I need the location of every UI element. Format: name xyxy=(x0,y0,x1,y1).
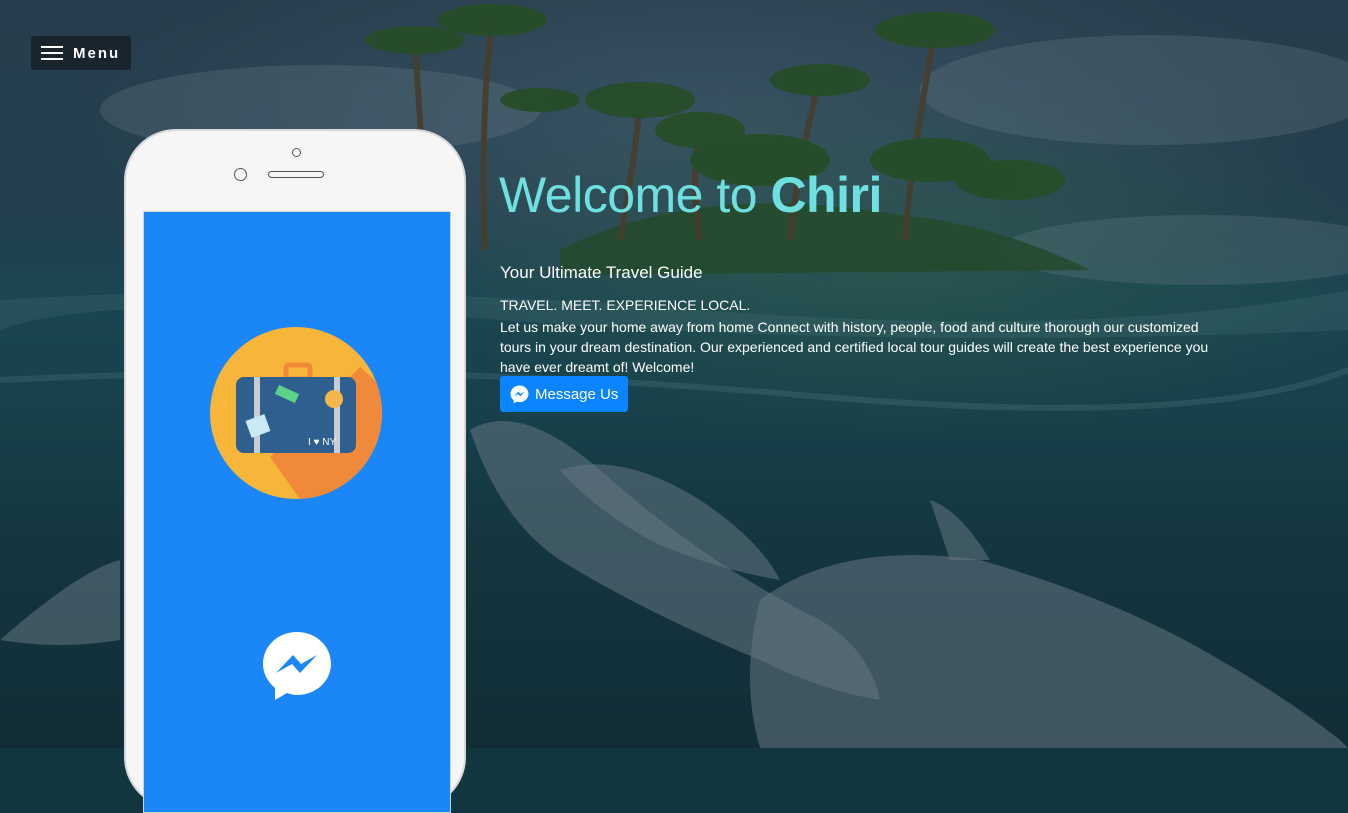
page-title: Welcome to Chiri xyxy=(499,166,882,224)
tagline: TRAVEL. MEET. EXPERIENCE LOCAL. xyxy=(500,297,751,313)
phone-screen: I ♥ NY xyxy=(143,211,451,813)
phone-speaker xyxy=(268,171,324,178)
suitcase-icon: I ♥ NY xyxy=(210,327,382,499)
brand-name: Chiri xyxy=(770,167,882,223)
messenger-icon xyxy=(510,385,529,404)
svg-text:I ♥ NY: I ♥ NY xyxy=(308,437,336,448)
message-us-label: Message Us xyxy=(535,385,619,403)
description: Let us make your home away from home Con… xyxy=(500,319,1209,375)
phone-sensor xyxy=(292,148,301,157)
subtitle: Your Ultimate Travel Guide xyxy=(500,263,703,282)
messenger-logo xyxy=(261,630,333,707)
title-prefix: Welcome to xyxy=(499,167,771,223)
menu-button[interactable]: Menu xyxy=(31,36,131,70)
menu-label: Menu xyxy=(73,44,121,62)
phone-mockup: I ♥ NY xyxy=(124,129,466,813)
message-us-button[interactable]: Message Us xyxy=(500,376,628,412)
phone-front-camera xyxy=(234,168,247,181)
hamburger-icon xyxy=(41,45,63,61)
